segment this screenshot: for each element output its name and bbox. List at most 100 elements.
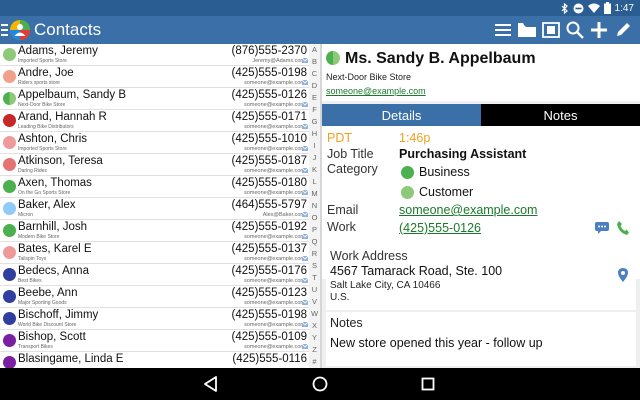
do-not-disturb-icon [573,3,584,13]
contact-row-phone: (425)555-0126 [231,89,307,101]
message-icon[interactable] [595,222,609,234]
contact-row[interactable]: Ashton, Chris Imported Sports Store (425)5… [0,132,309,154]
contact-list[interactable]: Adams, Jeremy Imported Sports Store (876)5… [0,44,309,368]
contact-row[interactable]: Adams, Jeremy Imported Sports Store (876)5… [0,44,309,66]
alphabet-index-letter[interactable]: J [309,152,320,164]
map-pin-icon[interactable] [618,268,628,282]
recents-icon[interactable] [418,374,438,394]
drawer-menu-icon[interactable] [1,22,9,38]
alphabet-index-letter[interactable]: D [309,80,320,92]
contact-row[interactable]: Andre, Joe Riders sports store (425)555-01… [0,66,309,88]
alphabet-index-letter[interactable]: O [309,212,320,224]
alphabet-index-letter[interactable]: R [309,248,320,260]
alphabet-index-letter[interactable]: Z [309,344,320,356]
contact-color-dot [3,334,16,347]
alphabet-index-letter[interactable]: X [309,320,320,332]
contact-color-dot [3,158,16,171]
contact-color-dot [3,312,16,325]
contact-color-dot [3,114,16,127]
alphabet-index-letter[interactable]: C [309,68,320,80]
alphabet-index-letter[interactable]: H [309,128,320,140]
alphabet-index-letter[interactable]: S [309,260,320,272]
contact-row-company: Major Sporting Goods [18,300,67,306]
alphabet-index-letter[interactable]: W [309,308,320,320]
alphabet-index-letter[interactable]: N [309,200,320,212]
alphabet-index-letter[interactable]: B [309,56,320,68]
back-icon[interactable] [201,374,221,394]
alphabet-index-letter[interactable]: Q [309,236,320,248]
contact-name: Ms. Sandy B. Appelbaum [345,50,536,67]
email-indicator-icon [302,102,308,107]
contact-row[interactable]: Baker, Alex Micron (464)555-5797 Alex@Baker… [0,198,309,220]
alphabet-index-letter[interactable]: E [309,92,320,104]
contact-row[interactable]: Arand, Hannah R Leading Bike Distributors… [0,110,309,132]
alphabet-index-letter[interactable]: G [309,116,320,128]
alphabet-index-letter[interactable]: L [309,176,320,188]
contact-color-dot [3,224,16,237]
contact-row[interactable]: Barnhill, Josh Modern Bike Store (425)555-… [0,220,309,242]
alphabet-index-letter[interactable]: Y [309,332,320,344]
email-indicator-icon [302,322,308,327]
email-indicator-icon [302,80,308,85]
sort-list-icon [495,24,511,36]
navigation-bar [0,368,640,400]
sort-list-button[interactable] [492,19,514,41]
contact-row-email: someone@example.com [244,278,305,284]
email-link[interactable]: someone@example.com [399,203,537,217]
contact-header: Ms. Sandy B. Appelbaum Next-Door Bike St… [322,44,640,101]
status-time: 1:47 [614,2,634,14]
alphabet-index-letter[interactable]: A [309,44,320,56]
add-contact-button[interactable] [588,19,610,41]
app-logo-icon[interactable] [9,19,31,41]
email-indicator-icon [302,344,308,349]
contact-row-company: Transport Bikes [18,344,53,350]
contact-row-company: Imported Sports Store [18,58,67,64]
alphabet-index-letter[interactable]: U [309,284,320,296]
contact-row[interactable]: Bischoff, Jimmy World Bike Discount Store… [0,308,309,330]
contact-color-dot [3,290,16,303]
contact-row[interactable]: Beebe, Ann Major Sporting Goods (425)555-0… [0,286,309,308]
contact-row[interactable]: Blasingame, Linda E (425)555-0116 [0,352,309,368]
contact-color-dot [3,268,16,281]
contact-row[interactable]: Axen, Thomas On the Go Sports Store (425)5… [0,176,309,198]
alphabet-index-letter[interactable]: K [309,164,320,176]
contact-row-name: Bishop, Scott [18,331,86,343]
contact-row-email: someone@example.com [244,168,305,174]
contact-row[interactable]: Bates, Karel E Tailspin Toys (425)555-0137… [0,242,309,264]
overflow-menu-button[interactable] [636,19,640,41]
contact-row[interactable]: Bishop, Scott Transport Bikes (425)555-010… [0,330,309,352]
contact-color-dot [3,202,16,215]
tab-notes[interactable]: Notes [481,104,640,126]
contact-color-dot [3,180,16,193]
alphabet-index-letter[interactable]: F [309,104,320,116]
alphabet-index[interactable]: A B C D E F G H I J K L M N O P Q R S T U V W X Y Z # [309,44,320,368]
contact-email-link[interactable]: someone@example.com [326,86,426,96]
work-address-card[interactable]: Work Address 4567 Tamarack Road, Ste. 10… [326,244,636,310]
edit-button[interactable] [612,19,634,41]
work-phone-link[interactable]: (425)555-0126 [399,221,481,235]
contact-company: Next-Door Bike Store [326,72,412,82]
search-button[interactable] [564,19,586,41]
contact-row-email: someone@example.com [244,322,305,328]
alphabet-index-letter[interactable]: P [309,224,320,236]
battery-icon [603,2,611,14]
contact-row[interactable]: Bedecs, Anna Best Bikes (425)555-0176 someo… [0,264,309,286]
tab-details[interactable]: Details [322,104,481,126]
folder-button[interactable] [516,19,538,41]
wifi-icon [587,3,600,13]
alphabet-index-letter[interactable]: M [309,188,320,200]
home-icon[interactable] [310,374,330,394]
contact-row-name: Baker, Alex [18,199,76,211]
contact-row-company: Next-Door Bike Store [18,102,66,108]
contact-row[interactable]: Appelbaum, Sandy B Next-Door Bike Store (4… [0,88,309,110]
alphabet-index-letter[interactable]: T [309,272,320,284]
status-icons: 1:47 [561,1,634,15]
copy-button[interactable] [540,19,562,41]
email-indicator-icon [302,300,308,305]
contact-row[interactable]: Atkinson, Teresa Daring Rides (425)555-018… [0,154,309,176]
call-icon[interactable] [617,221,629,235]
alphabet-index-letter[interactable]: # [309,356,320,368]
email-indicator-icon [302,256,308,261]
alphabet-index-letter[interactable]: I [309,140,320,152]
alphabet-index-letter[interactable]: V [309,296,320,308]
